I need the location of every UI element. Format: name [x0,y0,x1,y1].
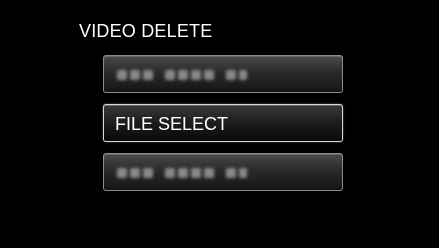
blurred-label-placeholder [117,167,250,179]
camcorder-menu-screen: VIDEO DELETE FILE SELECT [0,0,439,248]
blurred-label-placeholder [117,69,250,81]
file-select-label: FILE SELECT [115,114,229,134]
file-select-button[interactable]: FILE SELECT [103,104,343,142]
page-title: VIDEO DELETE [79,21,213,41]
menu-item-blurred-top[interactable] [103,55,343,93]
menu-item-blurred-bottom[interactable] [103,153,343,191]
